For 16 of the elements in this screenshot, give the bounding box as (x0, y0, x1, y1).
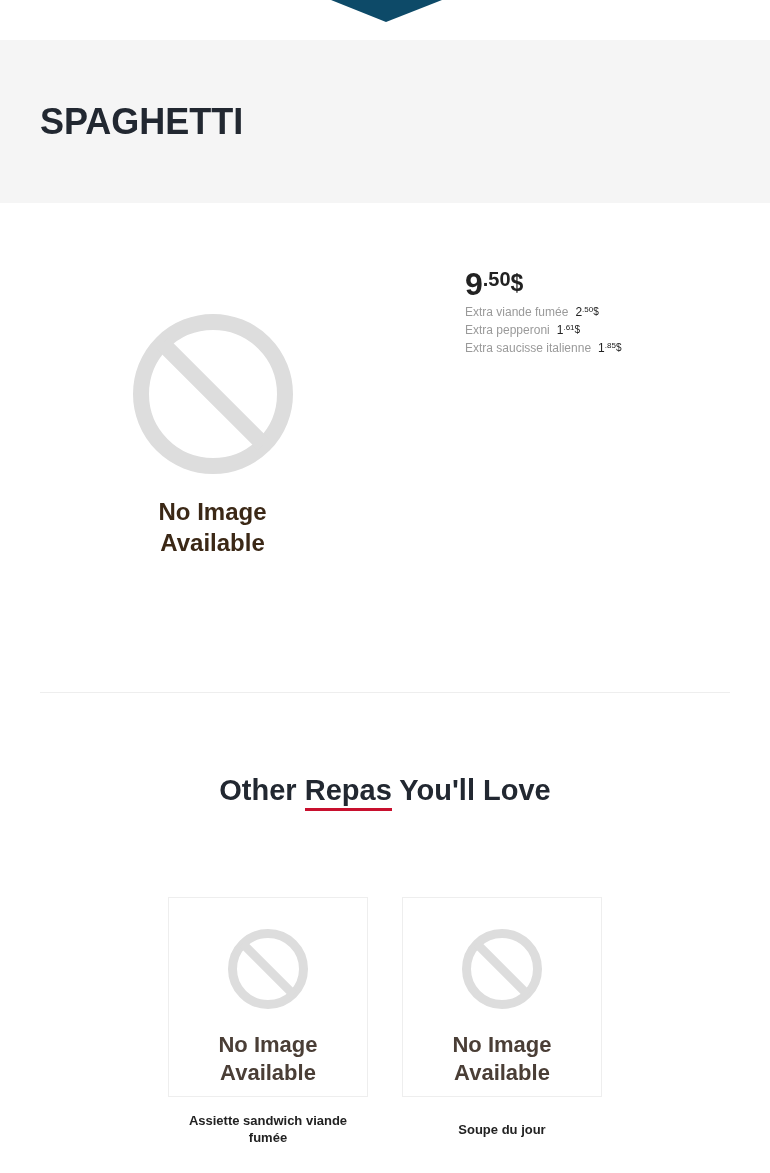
logo-tab-drawing[interactable] (330, 0, 442, 22)
extra-name: Extra saucisse italienne (465, 342, 592, 354)
section-heading: Other Repas You'll Love (219, 776, 551, 811)
prohibited-icon (462, 929, 542, 1009)
no-image-text: No Image Available (218, 1031, 318, 1087)
no-image-text: No Image Available (452, 1031, 552, 1087)
product-card-image[interactable]: No Image Available (402, 897, 602, 1097)
extra-name: Extra pepperoni (465, 324, 550, 336)
extra-name: Extra viande fumée (465, 306, 569, 318)
product-card-image[interactable]: No Image Available (168, 897, 368, 1097)
prohibited-icon (132, 314, 293, 474)
page-title: SPAGHETTI (40, 103, 244, 140)
prohibited-icon (228, 929, 308, 1009)
product-card-title[interactable]: Soupe du jour (458, 1120, 546, 1138)
no-image-text: No Image Available (158, 497, 267, 558)
product-card-title[interactable]: Assiette sandwich viande fumée (183, 1112, 353, 1146)
